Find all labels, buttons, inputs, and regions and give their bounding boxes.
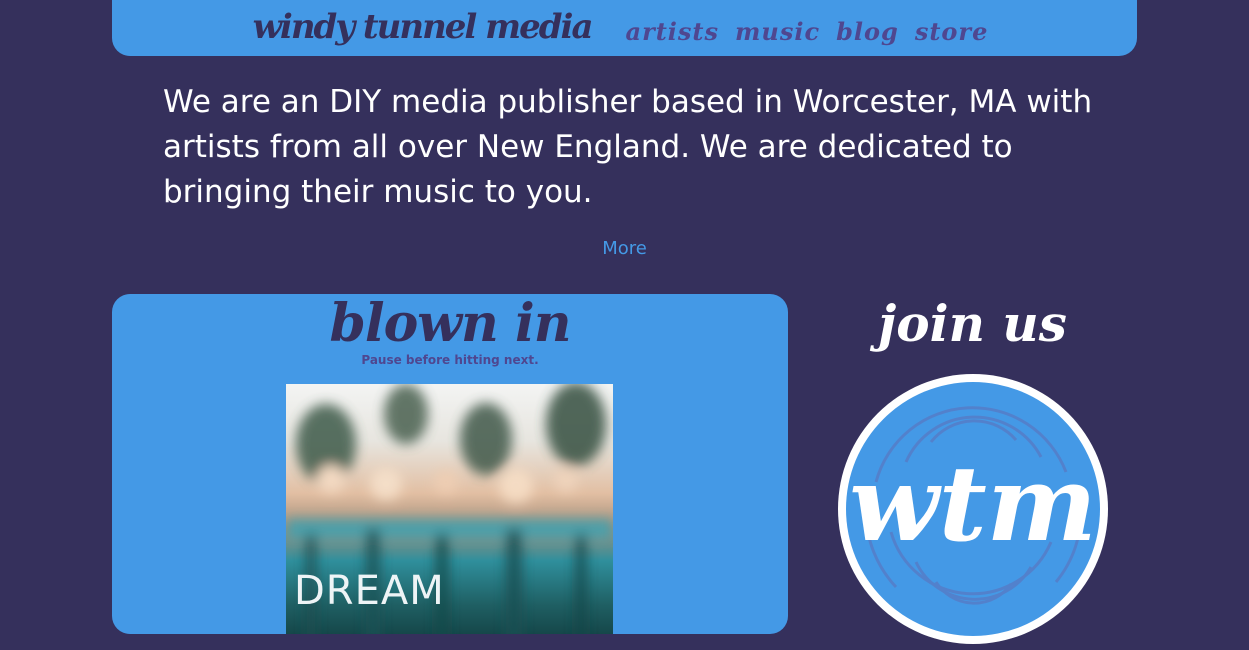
feature-title: blown in xyxy=(329,294,571,354)
wtm-logo-text: wtm xyxy=(849,442,1097,565)
brand-logo[interactable]: windy tunnel media xyxy=(253,10,594,44)
join-us-heading: join us xyxy=(878,294,1067,353)
album-cover-title: DREAM xyxy=(294,568,445,614)
nav-link-blog[interactable]: blog xyxy=(836,20,899,44)
intro-text: We are an DIY media publisher based in W… xyxy=(163,84,1093,210)
top-navbar: windy tunnel media artists music blog st… xyxy=(112,0,1137,56)
nav-link-artists[interactable]: artists xyxy=(626,20,720,44)
feature-subtitle: Pause before hitting next. xyxy=(361,353,539,367)
featured-release-card: blown in Pause before hitting next. DREA… xyxy=(112,294,788,634)
more-link[interactable]: More xyxy=(0,238,1249,259)
nav-link-music[interactable]: music xyxy=(735,20,820,44)
wtm-logo-icon: wtm xyxy=(838,374,1108,644)
nav-link-store[interactable]: store xyxy=(915,20,989,44)
wtm-logo-badge[interactable]: wtm xyxy=(836,372,1110,646)
